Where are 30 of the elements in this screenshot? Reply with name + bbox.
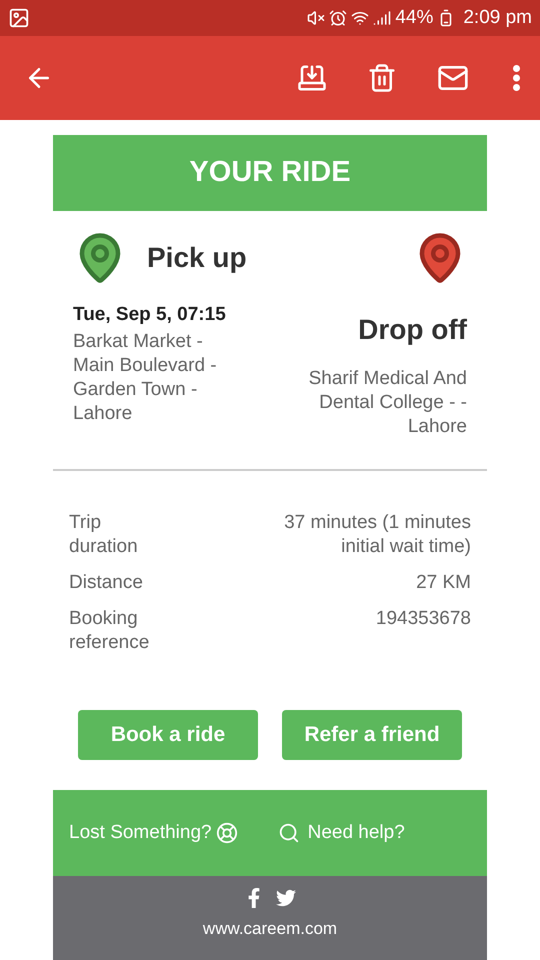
lost-something-link[interactable]: Lost Something? [69,818,212,848]
delete-button[interactable] [367,63,397,93]
gallery-icon [8,7,30,29]
detail-label: Booking reference [69,607,150,655]
action-button[interactable]: Refer a friend [282,710,462,760]
pickup-address: Barkat Market - Main Boulevard - Garden Town - Lahore [73,330,218,426]
detail-label: Trip duration [69,511,139,559]
ride-header: YOUR RIDE [53,135,487,211]
dropoff-address: Sharif Medical And Dental College - - Lahore [308,367,467,439]
wifi-icon [351,9,370,27]
pickup-datetime: Tue, Sep 5, 07:15 [73,303,227,327]
pickup-label: Pick up [147,241,247,275]
search-icon [278,822,300,844]
lifebuoy-icon [216,822,238,844]
mute-icon [307,9,326,27]
need-help-link[interactable]: Need help? [308,818,405,848]
dropoff-label: Drop off [358,313,467,347]
alarm-icon [329,9,348,27]
action-button[interactable]: Book a ride [78,710,258,760]
website-link[interactable]: www.careem.com [202,916,338,942]
detail-value: 194353678 [374,607,471,631]
archive-button[interactable] [297,63,327,93]
signal-icon [373,9,392,27]
more-icon [513,65,520,91]
twitter-icon[interactable] [276,888,296,908]
detail-value: 37 minutes (1 minutes initial wait time) [283,511,471,559]
clock-time: 2:09 pm [463,6,532,30]
detail-value: 27 KM [415,571,471,595]
detail-label: Distance [69,571,144,595]
battery-percent: 44% [395,6,434,30]
